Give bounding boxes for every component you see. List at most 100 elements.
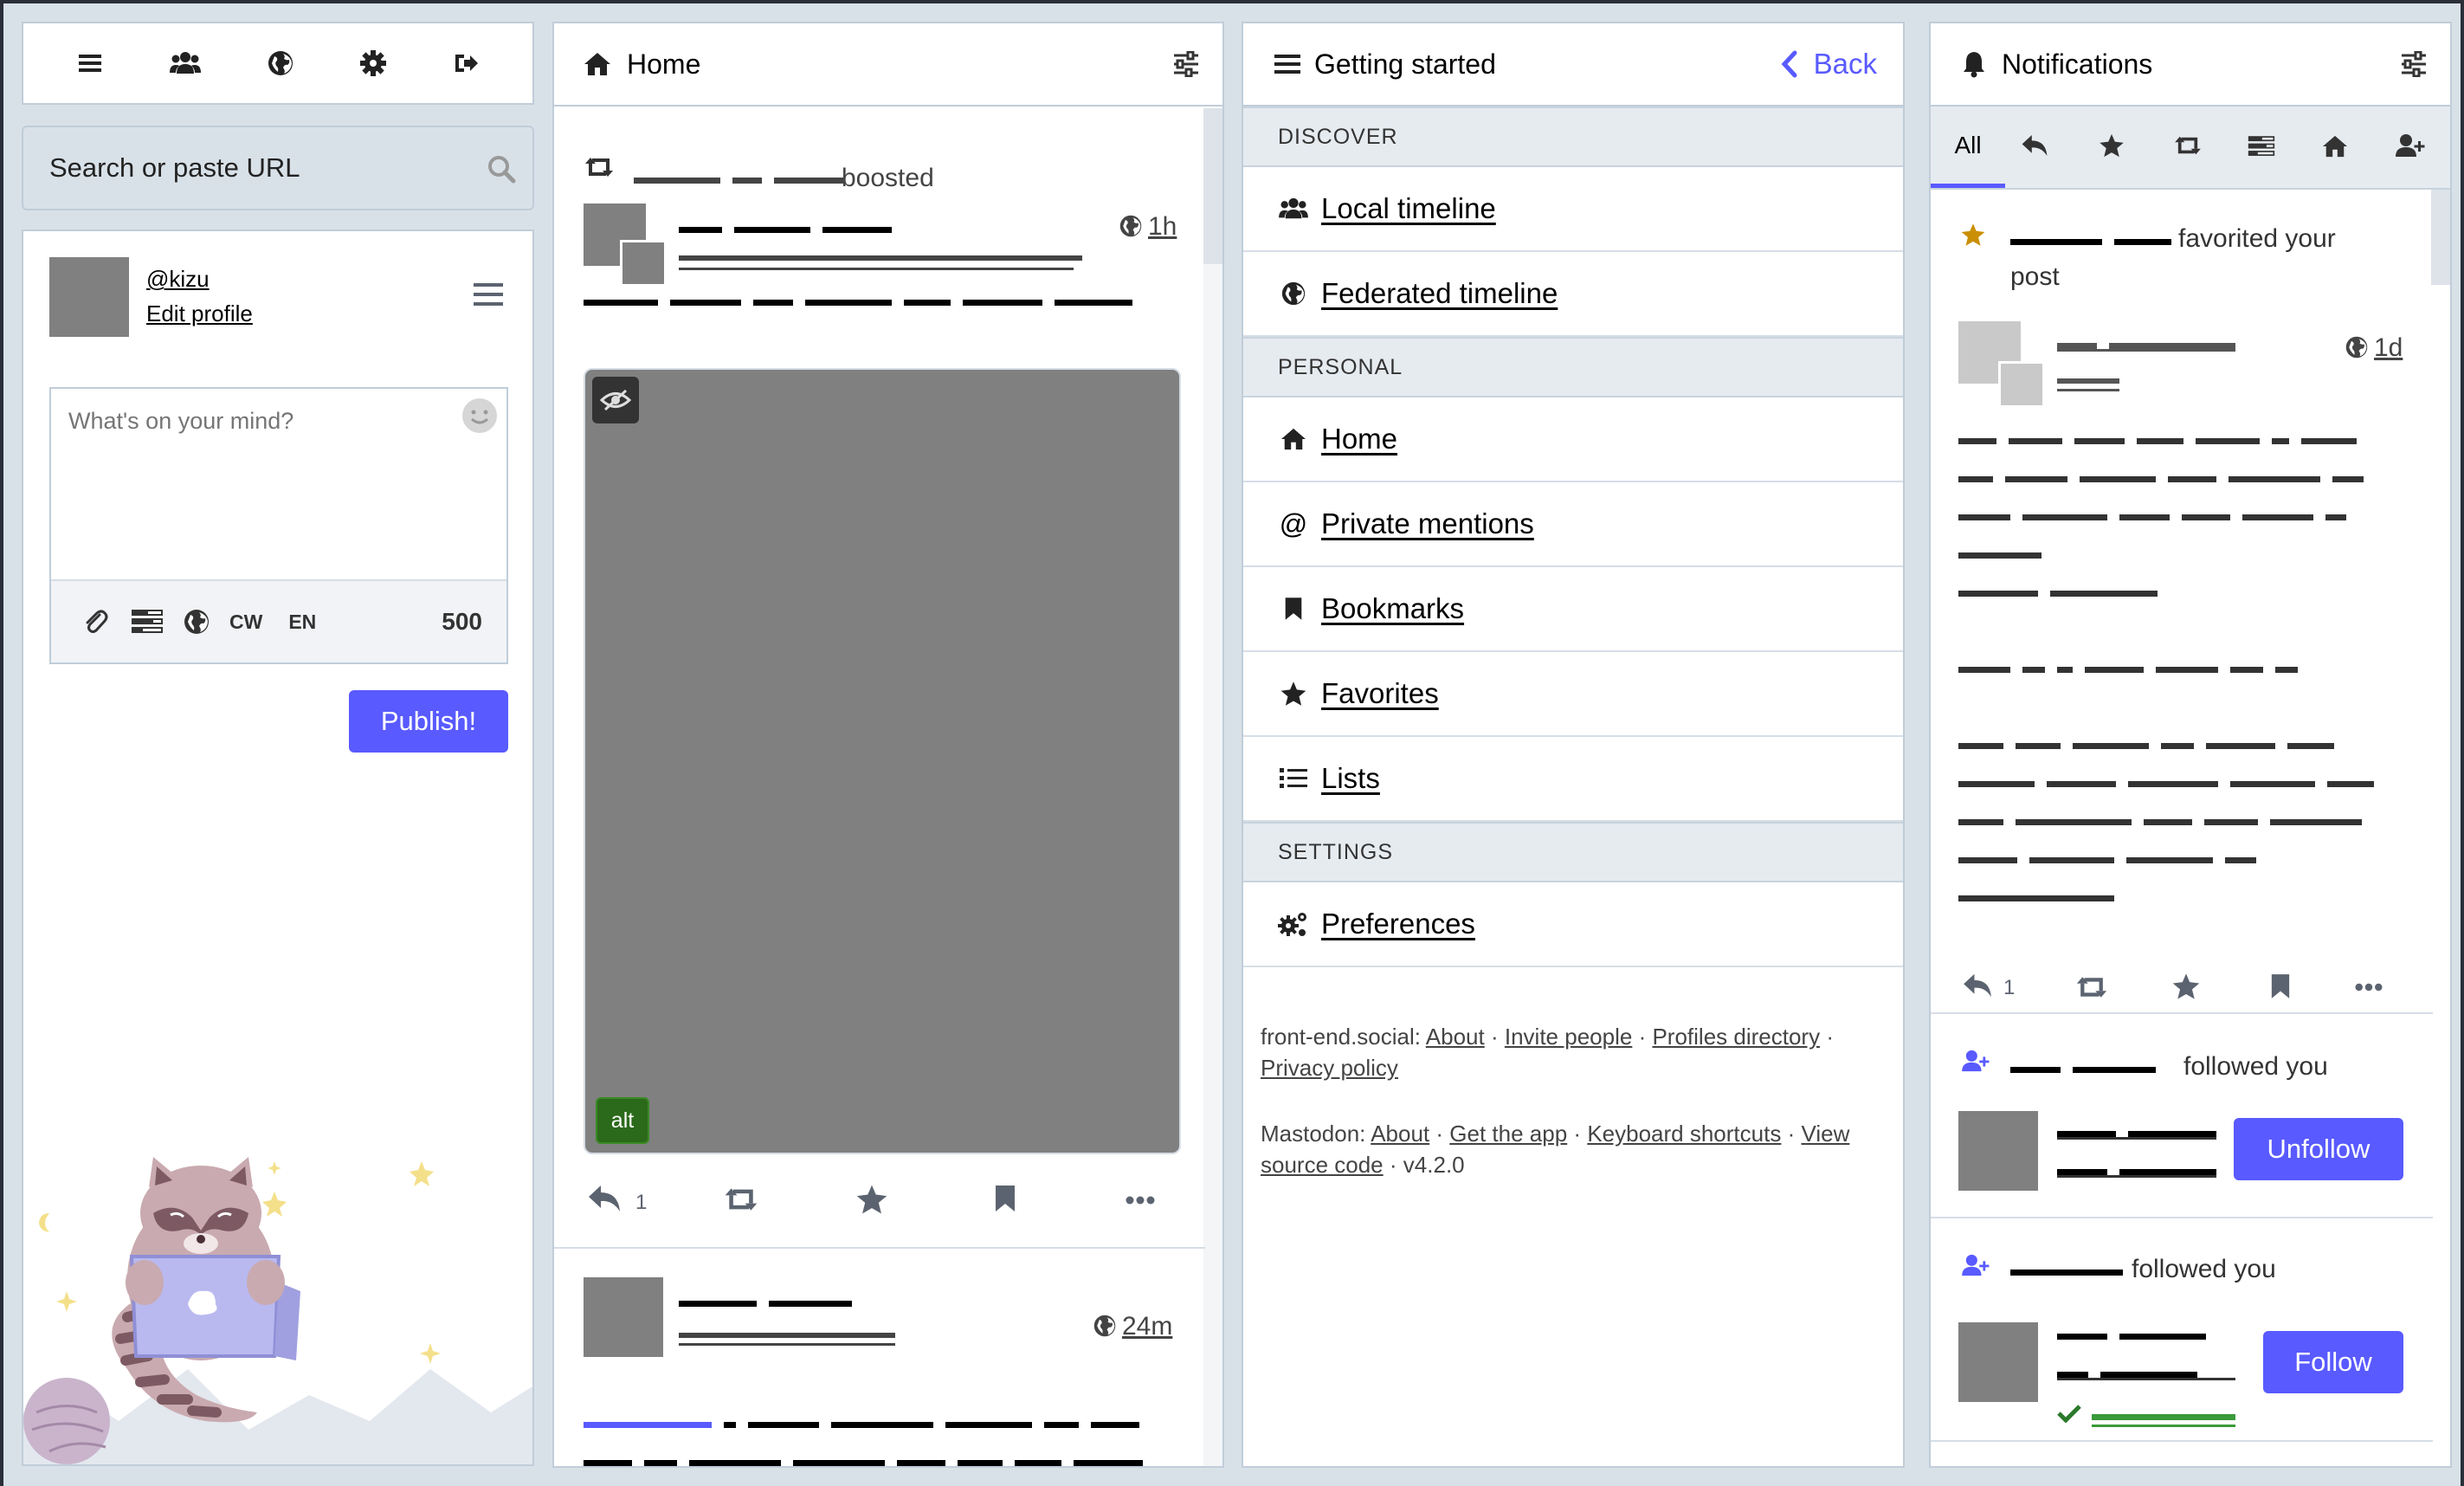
filter-favorites-icon[interactable] (2099, 132, 2125, 158)
post-display-name[interactable] (679, 223, 904, 238)
post-username[interactable] (679, 255, 1082, 261)
menu-item-favorites[interactable]: Favorites (1243, 652, 1903, 737)
post-timestamp[interactable]: 1h (1148, 212, 1177, 242)
scrollbar-thumb[interactable] (2431, 190, 2450, 285)
post-timestamp[interactable]: 1d (2374, 333, 2403, 363)
poll-icon[interactable] (131, 608, 164, 636)
booster-avatar[interactable] (620, 240, 667, 287)
attach-icon[interactable] (81, 607, 110, 636)
bookmark-icon[interactable] (2270, 972, 2291, 1000)
booster-avatar[interactable] (1998, 361, 2045, 408)
reply-icon[interactable] (587, 1184, 622, 1213)
footer-about-link[interactable]: About (1426, 1024, 1485, 1050)
account-display-name[interactable] (2057, 1127, 2216, 1142)
favorite-icon[interactable] (855, 1184, 888, 1215)
filter-statuses-icon[interactable] (2322, 134, 2348, 158)
menu-item-home[interactable]: Home (1243, 397, 1903, 482)
post-display-name[interactable] (2057, 339, 2248, 354)
filter-mentions-icon[interactable] (2021, 132, 2048, 158)
menu-item-label[interactable]: Federated timeline (1321, 277, 1558, 310)
edit-profile-link[interactable]: Edit profile (146, 300, 253, 327)
alt-badge[interactable]: alt (596, 1097, 649, 1144)
emoji-picker-icon[interactable] (460, 396, 500, 436)
post-avatar[interactable] (584, 1277, 663, 1357)
footer-source-link[interactable]: source code (1261, 1152, 1384, 1178)
media-attachment[interactable]: alt (584, 368, 1181, 1154)
bookmark-icon[interactable] (994, 1184, 1016, 1213)
footer-profiles-link[interactable]: Profiles directory (1652, 1024, 1820, 1050)
menu-item-label[interactable]: Preferences (1321, 908, 1475, 940)
hide-media-icon[interactable] (592, 377, 639, 423)
follow-icon (1960, 1049, 1991, 1073)
search-input[interactable] (23, 127, 474, 209)
avatar[interactable] (49, 257, 129, 337)
footer-invite-link[interactable]: Invite people (1505, 1024, 1632, 1050)
menu-item-label[interactable]: Private mentions (1321, 507, 1534, 540)
verified-link[interactable] (2092, 1414, 2235, 1420)
notification-account-name[interactable] (2010, 1063, 2161, 1078)
menu-icon[interactable] (76, 49, 104, 77)
language-button[interactable]: EN (288, 611, 316, 634)
back-label[interactable]: Back (1814, 48, 1877, 81)
account-display-name-2[interactable] (2057, 1367, 2197, 1383)
account-avatar[interactable] (1958, 1111, 2038, 1191)
menu-item-bookmarks[interactable]: Bookmarks (1243, 567, 1903, 652)
logout-icon[interactable] (452, 49, 480, 77)
footer-privacy-link[interactable]: Privacy policy (1261, 1055, 1398, 1081)
menu-item-label[interactable]: Lists (1321, 762, 1380, 795)
menu-item-label[interactable]: Favorites (1321, 677, 1439, 710)
boost-button[interactable] (722, 1186, 760, 1213)
reply-count: 1 (635, 1191, 648, 1214)
post-timestamp[interactable]: 24m (1122, 1312, 1172, 1341)
notification-account-name[interactable] (2010, 1265, 2128, 1281)
character-counter: 500 (442, 608, 482, 635)
column-settings-icon[interactable] (2400, 51, 2428, 77)
account-username[interactable] (2057, 1165, 2216, 1180)
favorite-icon[interactable] (2171, 972, 2201, 1000)
cw-button[interactable]: CW (229, 611, 262, 634)
follow-button[interactable]: Follow (2263, 1331, 2403, 1393)
filter-boosts-icon[interactable] (2173, 134, 2203, 157)
at-icon: @ (1279, 507, 1308, 539)
scrollbar-thumb[interactable] (1203, 108, 1222, 264)
gear-icon[interactable] (359, 49, 387, 77)
separator: · (1787, 1121, 1796, 1147)
account-avatar[interactable] (1958, 1322, 2038, 1402)
menu-item-private-mentions[interactable]: @ Private mentions (1243, 482, 1903, 567)
footer-about-mastodon-link[interactable]: About (1371, 1121, 1429, 1147)
boost-account-name[interactable] (634, 173, 848, 189)
footer-view-link[interactable]: View (1801, 1121, 1849, 1147)
reply-icon[interactable] (1962, 972, 1993, 998)
post-display-name[interactable] (679, 1296, 864, 1312)
more-icon[interactable] (2355, 983, 2383, 992)
menu-item-federated-timeline[interactable]: Federated timeline (1243, 252, 1903, 337)
people-icon[interactable] (169, 49, 202, 77)
menu-item-preferences[interactable]: Preferences (1243, 882, 1903, 967)
menu-item-local-timeline[interactable]: Local timeline (1243, 167, 1903, 252)
back-button[interactable]: Back (1779, 48, 1877, 81)
menu-item-label[interactable]: Local timeline (1321, 192, 1496, 225)
post-username[interactable] (2057, 378, 2119, 384)
filter-follows-icon[interactable] (2395, 132, 2426, 158)
more-icon[interactable] (1126, 1196, 1155, 1205)
notification-account-name[interactable] (2010, 235, 2177, 250)
footer-shortcuts-link[interactable]: Keyboard shortcuts (1587, 1121, 1781, 1147)
boost-button[interactable] (2074, 974, 2109, 1000)
publish-button[interactable]: Publish! (349, 690, 508, 753)
menu-item-lists[interactable]: Lists (1243, 737, 1903, 822)
visibility-globe-icon[interactable] (183, 608, 210, 636)
compose-menu-icon[interactable] (474, 281, 503, 307)
filter-polls-icon[interactable] (2248, 134, 2275, 158)
column-settings-icon[interactable] (1172, 51, 1200, 77)
menu-item-label[interactable]: Home (1321, 423, 1397, 455)
profile-handle-link[interactable]: @kizu (146, 266, 210, 293)
footer-get-app-link[interactable]: Get the app (1449, 1121, 1567, 1147)
globe-icon[interactable] (267, 49, 294, 77)
scrollbar[interactable] (1203, 108, 1222, 1466)
filter-tab-all[interactable]: All (1931, 107, 2005, 188)
compose-textarea[interactable] (51, 389, 458, 571)
account-display-name[interactable] (2057, 1329, 2206, 1345)
menu-item-label[interactable]: Bookmarks (1321, 592, 1464, 625)
unfollow-button[interactable]: Unfollow (2234, 1118, 2403, 1180)
post-username[interactable] (679, 1333, 895, 1338)
